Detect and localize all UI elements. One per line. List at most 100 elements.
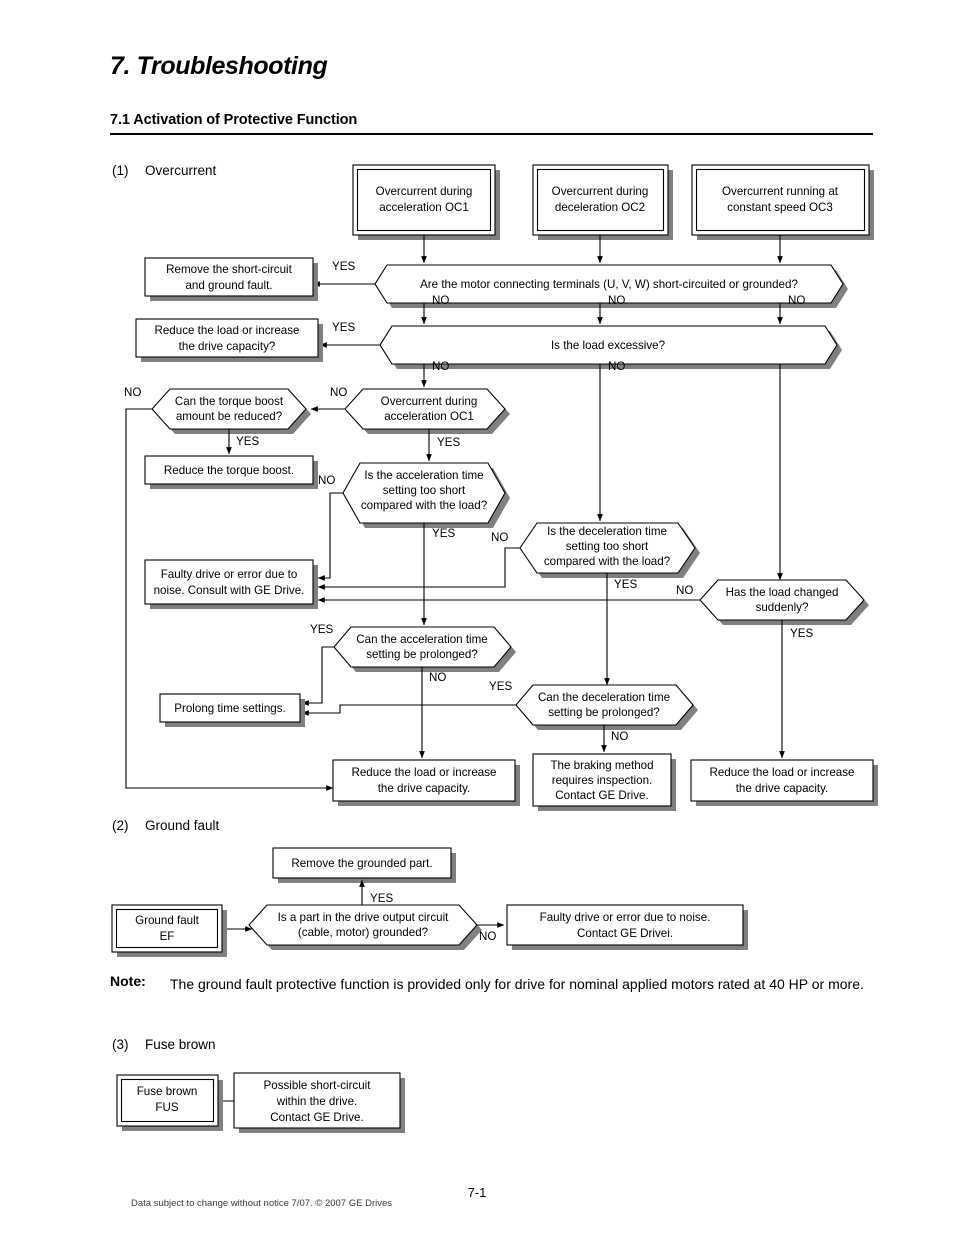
action-reduce-load-middle: Reduce the load or increase the drive ca… bbox=[332, 759, 520, 806]
gf-action-faulty-drive: Faulty drive or error due to noise. Cont… bbox=[506, 904, 748, 950]
terminal-oc3: Overcurrent running at constant speed OC… bbox=[691, 164, 874, 240]
footer-copyright: Data subject to change without notice 7/… bbox=[131, 1198, 393, 1209]
action-braking-method-line2: requires inspection. bbox=[552, 774, 653, 787]
decision-accel-too-short: Is the acceleration time setting too sho… bbox=[342, 462, 510, 528]
action-remove-short-circuit-line1: Remove the short-circuit bbox=[166, 263, 292, 276]
note-label: Note: bbox=[110, 973, 146, 989]
branch-yes-3: YES bbox=[236, 435, 259, 448]
gf-decision-line1: Is a part in the drive output circuit bbox=[278, 911, 450, 924]
fb-action-possible-short-circuit: Possible short-circuit within the drive.… bbox=[233, 1072, 405, 1133]
branch-no-2a: NO bbox=[432, 360, 449, 373]
terminal-oc2-line2: deceleration OC2 bbox=[555, 201, 645, 214]
terminal-oc3-line1: Overcurrent running at bbox=[722, 185, 839, 198]
gf-action-faulty-drive-line1: Faulty drive or error due to noise. bbox=[540, 911, 711, 924]
part-2-label: Ground fault bbox=[145, 818, 220, 833]
decision-torque-boost: Can the torque boost amount be reduced? bbox=[151, 388, 311, 434]
decision-decel-too-short-line3: compared with the load? bbox=[544, 555, 671, 568]
decision-accel-prolong-line1: Can the acceleration time bbox=[356, 633, 487, 646]
branch-no-3: NO bbox=[330, 386, 347, 399]
branch-yes-5: YES bbox=[432, 527, 455, 540]
gf-terminal-ground-fault: Ground fault EF bbox=[111, 904, 227, 957]
decision-decel-too-short: Is the deceleration time setting too sho… bbox=[519, 522, 700, 578]
branch-no-4: NO bbox=[124, 386, 141, 399]
branch-no-8: NO bbox=[429, 671, 446, 684]
gf-decision-output-circuit: Is a part in the drive output circuit (c… bbox=[248, 904, 482, 950]
branch-yes-6: YES bbox=[614, 578, 637, 591]
action-braking-method-line1: The braking method bbox=[550, 759, 653, 772]
branch-no-1c: NO bbox=[788, 294, 805, 307]
decision-torque-boost-line1: Can the torque boost bbox=[175, 395, 284, 408]
action-reduce-torque-boost: Reduce the torque boost. bbox=[144, 455, 318, 489]
action-braking-method-line3: Contact GE Drive. bbox=[555, 789, 648, 802]
action-reduce-load-middle-line1: Reduce the load or increase bbox=[351, 766, 496, 779]
branch-no-7: NO bbox=[676, 584, 693, 597]
fb-action-line1: Possible short-circuit bbox=[264, 1079, 372, 1092]
action-prolong-time-settings-line1: Prolong time settings. bbox=[174, 702, 285, 715]
decision-oc1-repeat: Overcurrent during acceleration OC1 bbox=[344, 388, 510, 434]
fb-terminal-line2: FUS bbox=[155, 1101, 178, 1114]
ground-fault-flowchart: Remove the grounded part. YES Ground fau… bbox=[0, 840, 954, 965]
decision-short-circuit-text: Are the motor connecting terminals (U, V… bbox=[420, 278, 798, 291]
terminal-oc2-line1: Overcurrent during bbox=[552, 185, 649, 198]
branch-yes-9: YES bbox=[489, 680, 512, 693]
decision-decel-prolong: Can the deceleration time setting be pro… bbox=[515, 684, 698, 730]
decision-decel-too-short-line2: setting too short bbox=[566, 540, 649, 553]
part-3-number: (3) bbox=[112, 1037, 129, 1052]
decision-load-changed-line1: Has the load changed bbox=[726, 586, 839, 599]
decision-decel-prolong-line1: Can the deceleration time bbox=[538, 691, 670, 704]
action-braking-method: The braking method requires inspection. … bbox=[532, 753, 676, 811]
decision-load-changed: Has the load changed suddenly? bbox=[699, 579, 869, 625]
action-reduce-load-right: Reduce the load or increase the drive ca… bbox=[690, 759, 878, 806]
decision-oc1-repeat-line1: Overcurrent during bbox=[381, 395, 478, 408]
action-reduce-torque-boost-line1: Reduce the torque boost. bbox=[164, 464, 294, 477]
action-faulty-drive-line1: Faulty drive or error due to bbox=[161, 568, 298, 581]
gf-branch-no: NO bbox=[479, 930, 496, 943]
action-reduce-load-right-line1: Reduce the load or increase bbox=[709, 766, 854, 779]
decision-decel-too-short-line1: Is the deceleration time bbox=[547, 525, 667, 538]
gf-terminal-line1: Ground fault bbox=[135, 914, 200, 927]
branch-yes-4: YES bbox=[437, 436, 460, 449]
overcurrent-flowchart: Overcurrent during acceleration OC1 Over… bbox=[0, 0, 954, 815]
action-prolong-time-settings: Prolong time settings. bbox=[159, 693, 305, 727]
document-page: 7. Troubleshooting 7.1 Activation of Pro… bbox=[0, 0, 954, 1235]
terminal-oc3-line2: constant speed OC3 bbox=[727, 201, 833, 214]
action-reduce-load-middle-line2: the drive capacity. bbox=[378, 782, 471, 795]
part-2-number: (2) bbox=[112, 818, 129, 833]
gf-action-remove-grounded-part: Remove the grounded part. bbox=[272, 847, 456, 883]
action-remove-short-circuit: Remove the short-circuit and ground faul… bbox=[144, 257, 318, 301]
action-remove-short-circuit-line2: and ground fault. bbox=[185, 279, 272, 292]
decision-torque-boost-line2: amount be reduced? bbox=[176, 410, 283, 423]
terminal-oc1-line2: acceleration OC1 bbox=[379, 201, 469, 214]
decision-accel-too-short-line2: setting too short bbox=[383, 484, 466, 497]
decision-accel-too-short-line3: compared with the load? bbox=[361, 499, 488, 512]
branch-yes-2: YES bbox=[332, 321, 355, 334]
gf-branch-yes: YES bbox=[370, 892, 393, 905]
branch-no-2b: NO bbox=[608, 360, 625, 373]
fb-terminal-line1: Fuse brown bbox=[137, 1085, 198, 1098]
note-text: The ground fault protective function is … bbox=[170, 976, 864, 992]
decision-oc1-repeat-line2: acceleration OC1 bbox=[384, 410, 474, 423]
action-reduce-load-right-line2: the drive capacity. bbox=[736, 782, 829, 795]
gf-action-remove-grounded-part-line1: Remove the grounded part. bbox=[291, 857, 432, 870]
fb-action-line3: Contact GE Drive. bbox=[270, 1111, 363, 1124]
fuse-brown-flowchart: Fuse brown FUS Possible short-circuit wi… bbox=[0, 1065, 954, 1155]
branch-no-1a: NO bbox=[432, 294, 449, 307]
branch-no-5: NO bbox=[318, 474, 335, 487]
decision-accel-prolong: Can the acceleration time setting be pro… bbox=[333, 626, 516, 672]
action-reduce-load-question: Reduce the load or increase the drive ca… bbox=[135, 318, 323, 362]
action-faulty-drive-line2: noise. Consult with GE Drive. bbox=[154, 584, 305, 597]
fb-action-line2: within the drive. bbox=[276, 1095, 358, 1108]
branch-no-1b: NO bbox=[608, 294, 625, 307]
branch-yes-7: YES bbox=[790, 627, 813, 640]
branch-no-9: NO bbox=[611, 730, 628, 743]
action-faulty-drive: Faulty drive or error due to noise. Cons… bbox=[144, 559, 318, 609]
branch-yes-8: YES bbox=[310, 623, 333, 636]
branch-no-6: NO bbox=[491, 531, 508, 544]
fb-terminal-fuse-brown: Fuse brown FUS bbox=[116, 1074, 223, 1131]
gf-terminal-line2: EF bbox=[160, 930, 175, 943]
part-3-label: Fuse brown bbox=[145, 1037, 216, 1052]
action-reduce-load-question-line1: Reduce the load or increase bbox=[154, 324, 299, 337]
gf-action-faulty-drive-line2: Contact GE Drivei. bbox=[577, 927, 673, 940]
branch-yes-1: YES bbox=[332, 260, 355, 273]
decision-accel-prolong-line2: setting be prolonged? bbox=[366, 648, 478, 661]
